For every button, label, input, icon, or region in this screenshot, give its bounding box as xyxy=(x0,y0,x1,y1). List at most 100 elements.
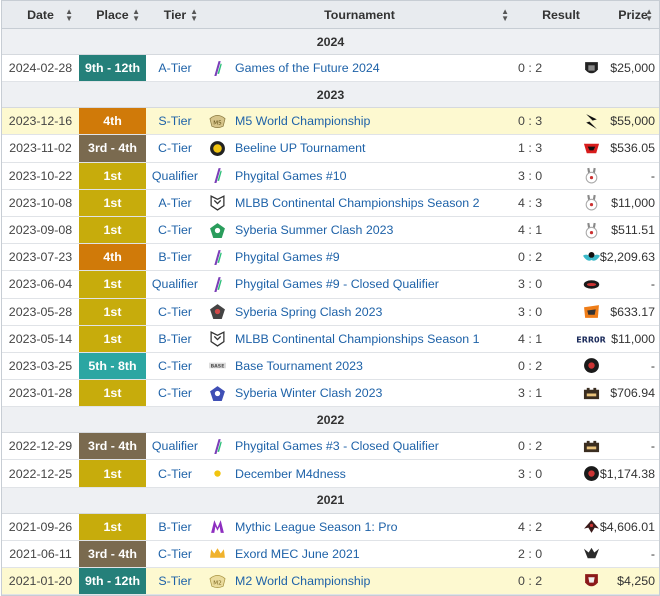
tier-link[interactable]: C-Tier xyxy=(146,380,204,406)
score-cell: 0 : 2 xyxy=(518,439,543,454)
place-badge: 1st xyxy=(79,380,146,407)
date-cell: 2023-05-28 xyxy=(8,304,73,319)
beeline-icon[interactable] xyxy=(204,135,230,161)
score-cell: 4 : 3 xyxy=(518,195,543,210)
place-badge: 1st xyxy=(79,460,146,487)
mythic-league-icon[interactable] xyxy=(204,514,230,540)
date-cell: 2023-10-08 xyxy=(8,195,73,210)
score-cell: 3 : 0 xyxy=(518,168,543,183)
syberia-red-icon[interactable] xyxy=(204,299,230,325)
sort-arrows-icon[interactable]: ▲ ▼ xyxy=(65,7,73,22)
prize-cell: $2,209.63 xyxy=(599,250,655,265)
tier-link[interactable]: C-Tier xyxy=(146,299,204,325)
year-group-header: 2022 xyxy=(2,407,659,434)
sort-place-header[interactable]: Place ▲ ▼ xyxy=(79,1,146,28)
tournament-link[interactable]: Phygital Games #9 xyxy=(230,244,515,270)
fragment-icon[interactable] xyxy=(204,55,230,81)
tier-link[interactable]: Qualifier xyxy=(146,163,204,189)
table-header: Date ▲ ▼ Place ▲ ▼ Tier ▲ ▼ Tournament ▲ ▼ Resul… xyxy=(2,1,659,29)
sort-tier-header[interactable]: Tier ▲ ▼ xyxy=(146,1,204,28)
mlbb-crest-icon[interactable]: M5 xyxy=(204,108,230,134)
rabbit-logo[interactable] xyxy=(575,217,607,243)
round-logo[interactable] xyxy=(575,353,607,379)
sort-arrows-icon[interactable]: ▲ ▼ xyxy=(132,7,140,22)
score-cell: 1 : 3 xyxy=(518,141,543,156)
castle-logo[interactable] xyxy=(575,433,607,459)
table-row: 2021-06-11 3rd - 4th C-Tier Exord MEC June … xyxy=(2,540,659,568)
sort-prize-header[interactable]: Prize ▲ ▼ xyxy=(607,1,659,28)
tournament-link[interactable]: M5 World Championship xyxy=(230,108,515,134)
tournament-link[interactable]: Phygital Games #10 xyxy=(230,163,515,189)
tier-link[interactable]: B-Tier xyxy=(146,514,204,540)
tier-link[interactable]: C-Tier xyxy=(146,541,204,567)
m2-crest-icon[interactable]: M2 xyxy=(204,568,230,594)
mec-crown-icon[interactable] xyxy=(204,541,230,567)
tournament-link[interactable]: Games of the Future 2024 xyxy=(230,55,515,81)
score-cell: 4 : 1 xyxy=(518,331,543,346)
fragment-icon[interactable] xyxy=(204,271,230,297)
castle-logo[interactable] xyxy=(575,380,607,406)
red-team-logo[interactable] xyxy=(575,135,607,161)
tournament-link[interactable]: Base Tournament 2023 xyxy=(230,353,515,379)
fragment-icon[interactable] xyxy=(204,433,230,459)
tier-link[interactable]: B-Tier xyxy=(146,244,204,270)
sort-tournament-header[interactable]: Tournament ▲ ▼ xyxy=(204,1,515,28)
tier-link[interactable]: Qualifier xyxy=(146,271,204,297)
score-cell: 0 : 3 xyxy=(518,114,543,129)
tier-link[interactable]: A-Tier xyxy=(146,190,204,216)
place-badge: 4th xyxy=(79,244,146,271)
prize-cell: - xyxy=(650,546,655,561)
oval-logo[interactable] xyxy=(575,271,607,297)
tournament-link[interactable]: Phygital Games #9 - Closed Qualifier xyxy=(230,271,515,297)
m4dness-icon[interactable] xyxy=(204,460,230,486)
date-cell: 2022-12-25 xyxy=(8,466,73,481)
syberia-blue-icon[interactable] xyxy=(204,380,230,406)
result-header: Result xyxy=(542,7,580,22)
tournament-link[interactable]: MLBB Continental Championships Season 1 xyxy=(230,326,515,352)
tournament-link[interactable]: Syberia Winter Clash 2023 xyxy=(230,380,515,406)
place-badge: 1st xyxy=(79,271,146,298)
tournament-link[interactable]: Syberia Summer Clash 2023 xyxy=(230,217,515,243)
tournament-link[interactable]: M2 World Championship xyxy=(230,568,515,594)
table-row: 2023-03-25 5th - 8th C-Tier BASE Base Tourna… xyxy=(2,352,659,381)
place-badge: 1st xyxy=(79,298,146,325)
base-icon[interactable]: BASE xyxy=(204,353,230,379)
tier-link[interactable]: C-Tier xyxy=(146,135,204,161)
sort-arrows-icon[interactable]: ▲ ▼ xyxy=(501,7,509,22)
tournament-link[interactable]: December M4dness xyxy=(230,460,515,486)
tournament-link[interactable]: MLBB Continental Championships Season 2 xyxy=(230,190,515,216)
tier-link[interactable]: C-Tier xyxy=(146,460,204,486)
sort-date-header[interactable]: Date ▲ ▼ xyxy=(2,1,79,28)
rabbit-logo[interactable] xyxy=(575,163,607,189)
sort-arrows-icon[interactable]: ▲ ▼ xyxy=(190,7,198,22)
tournament-link[interactable]: Beeline UP Tournament xyxy=(230,135,515,161)
tournament-link[interactable]: Mythic League Season 1: Pro xyxy=(230,514,515,540)
tournament-link[interactable]: Syberia Spring Clash 2023 xyxy=(230,299,515,325)
tournament-link[interactable]: Exord MEC June 2021 xyxy=(230,541,515,567)
fragment-icon[interactable] xyxy=(204,244,230,270)
tournament-link[interactable]: Phygital Games #3 - Closed Qualifier xyxy=(230,433,515,459)
wolf-logo[interactable] xyxy=(575,541,607,567)
tier-link[interactable]: A-Tier xyxy=(146,55,204,81)
prize-cell: $511.51 xyxy=(611,223,655,238)
prize-cell: $4,606.01 xyxy=(599,519,655,534)
tier-link[interactable]: S-Tier xyxy=(146,108,204,134)
syberia-green-icon[interactable] xyxy=(204,217,230,243)
fragment-icon[interactable] xyxy=(204,163,230,189)
red-shield-logo[interactable] xyxy=(575,568,607,594)
table-row: 2023-10-22 1st Qualifier Phygital Games #10… xyxy=(2,162,659,190)
mcc-icon[interactable] xyxy=(204,190,230,216)
tier-link[interactable]: C-Tier xyxy=(146,217,204,243)
tier-link[interactable]: B-Tier xyxy=(146,326,204,352)
sort-arrows-icon[interactable]: ▲ ▼ xyxy=(645,7,653,22)
place-badge: 1st xyxy=(79,162,146,189)
shield-team-logo[interactable] xyxy=(575,55,607,81)
mcc-icon[interactable] xyxy=(204,326,230,352)
blacklist-logo[interactable] xyxy=(575,108,607,134)
orange-team-logo[interactable] xyxy=(575,299,607,325)
error-logo[interactable]: ERR0R xyxy=(575,326,607,352)
tier-link[interactable]: Qualifier xyxy=(146,433,204,459)
rabbit-logo[interactable] xyxy=(575,190,607,216)
tier-link[interactable]: C-Tier xyxy=(146,353,204,379)
tier-link[interactable]: S-Tier xyxy=(146,568,204,594)
